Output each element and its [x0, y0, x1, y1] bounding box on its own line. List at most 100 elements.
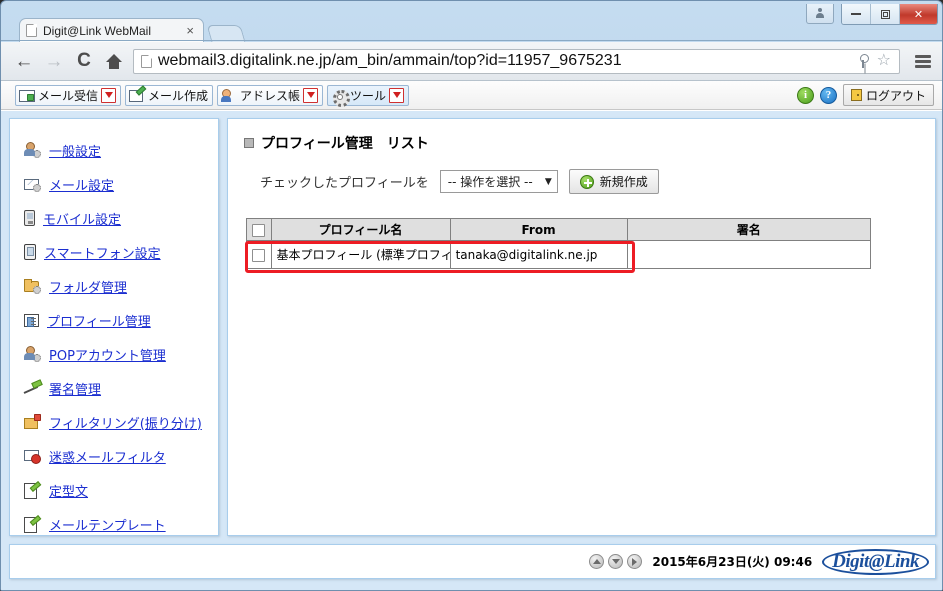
- close-window-button[interactable]: ✕: [900, 4, 937, 24]
- spam-filter-icon: [24, 448, 41, 464]
- folder-management-icon: [24, 278, 41, 294]
- compose-mail-icon: [129, 88, 145, 103]
- tools-gear-icon: [331, 88, 351, 107]
- window-controls: ✕: [806, 4, 938, 25]
- table-header-row: プロフィール名 From 署名: [246, 218, 872, 241]
- scroll-down-icon[interactable]: [608, 554, 624, 569]
- mail-template-icon: [24, 516, 41, 533]
- sidebar-item-label: フォルダ管理: [49, 280, 128, 296]
- sidebar-item-label: フィルタリング(振り分け): [49, 416, 202, 432]
- address-bar[interactable]: webmail3.digitalink.ne.jp/am_bin/ammain/…: [133, 48, 900, 74]
- minimize-button[interactable]: [842, 4, 871, 24]
- browser-navigation-bar: ← → C webmail3.digitalink.ne.jp/am_bin/a…: [1, 42, 942, 81]
- table-header-select-all: [246, 218, 272, 241]
- receive-mail-dropdown-caret-icon[interactable]: [101, 87, 117, 103]
- row-select-cell: [246, 240, 272, 269]
- hamburger-menu-icon: [914, 54, 931, 68]
- browser-tab-title: Digit@Link WebMail: [43, 23, 151, 38]
- toolbar-button-tools[interactable]: ツール: [327, 84, 410, 107]
- home-icon: [106, 53, 122, 69]
- back-button[interactable]: ←: [9, 47, 39, 75]
- sidebar-item-label: スマートフォン設定: [44, 246, 161, 262]
- row-checkbox[interactable]: [252, 248, 266, 262]
- logout-door-icon: [850, 89, 862, 101]
- sidebar-item-signature-management[interactable]: 署名管理: [10, 371, 218, 405]
- row-profile-name[interactable]: 基本プロフィール (標準プロフィ: [270, 240, 451, 269]
- profile-management-icon: [24, 313, 39, 327]
- page-viewport: メール受信 メール作成 アドレス帳 ツール i ? ログアウト 一般設定 メール…: [1, 81, 942, 590]
- select-all-checkbox[interactable]: [252, 223, 266, 237]
- page-footer: 2015年6月23日(火) 09:46 Digit@Link: [9, 544, 936, 579]
- toolbar-label: アドレス帳: [240, 88, 301, 103]
- maximize-button[interactable]: [871, 4, 900, 24]
- info-icon[interactable]: i: [796, 86, 814, 104]
- back-arrow-icon: ←: [14, 50, 34, 72]
- main-content-panel: プロフィール管理 リスト チェックしたプロフィールを -- 操作を選択 -- ▼…: [227, 118, 936, 536]
- forward-arrow-icon: →: [44, 50, 64, 72]
- table-row: 基本プロフィール (標準プロフィ tanaka@digitalink.ne.jp: [246, 240, 872, 269]
- browser-window: Digit@Link WebMail × ✕ ← → C webmail3.di…: [0, 0, 943, 591]
- row-from: tanaka@digitalink.ne.jp: [449, 240, 628, 269]
- browser-tab[interactable]: Digit@Link WebMail ×: [19, 18, 204, 42]
- tools-dropdown-caret-icon[interactable]: [389, 87, 405, 103]
- star-icon[interactable]: ☆: [877, 53, 891, 69]
- sidebar-item-label: メール設定: [49, 178, 115, 194]
- sidebar-item-profile-management[interactable]: プロフィール管理: [10, 303, 218, 337]
- sidebar-item-smartphone-settings[interactable]: スマートフォン設定: [10, 235, 218, 269]
- bulk-action-select[interactable]: -- 操作を選択 -- ▼: [439, 170, 558, 193]
- sidebar-item-label: メールテンプレート: [49, 518, 166, 534]
- sidebar-item-pop-account[interactable]: POPアカウント管理: [10, 337, 218, 371]
- sidebar-item-label: 一般設定: [49, 144, 102, 160]
- general-settings-icon: [24, 142, 41, 158]
- sidebar-item-mail-settings[interactable]: メール設定: [10, 167, 218, 201]
- create-new-profile-button[interactable]: 新規作成: [568, 169, 659, 194]
- sidebar-item-filtering[interactable]: フィルタリング(振り分け): [10, 405, 218, 439]
- bulk-action-label: チェックしたプロフィールを: [260, 176, 429, 191]
- sidebar-item-general-settings[interactable]: 一般設定: [10, 133, 218, 167]
- home-button[interactable]: [99, 47, 129, 75]
- toolbar-label: メール作成: [148, 88, 209, 103]
- pop-account-icon: [24, 346, 41, 362]
- row-signature: [626, 240, 872, 269]
- profile-table-wrapper: プロフィール名 From 署名 基本プロフィール (標準プロフィ tanaka@…: [244, 218, 919, 273]
- sidebar-item-label: 署名管理: [49, 382, 102, 398]
- sidebar-item-folder-management[interactable]: フォルダ管理: [10, 269, 218, 303]
- user-profile-button[interactable]: [806, 4, 834, 24]
- forward-button[interactable]: →: [39, 47, 69, 75]
- reload-icon: C: [77, 50, 91, 71]
- page-title-text: プロフィール管理 リスト: [261, 136, 429, 152]
- footer-timestamp: 2015年6月23日(火) 09:46: [652, 555, 813, 569]
- sidebar-item-label: 定型文: [49, 484, 89, 500]
- address-book-dropdown-caret-icon[interactable]: [303, 87, 319, 103]
- sidebar-item-template-text[interactable]: 定型文: [10, 473, 218, 507]
- browser-tab-strip: Digit@Link WebMail × ✕: [1, 1, 942, 42]
- user-icon: [816, 8, 824, 19]
- page-title: プロフィール管理 リスト: [244, 133, 919, 153]
- sidebar-item-mobile-settings[interactable]: モバイル設定: [10, 201, 218, 235]
- logout-label: ログアウト: [865, 88, 926, 103]
- browser-menu-button[interactable]: [906, 47, 936, 75]
- sidebar-item-label: 迷惑メールフィルタ: [49, 450, 166, 466]
- toolbar-label: メール受信: [38, 88, 99, 103]
- brand-logo: Digit@Link: [822, 548, 929, 575]
- logout-button[interactable]: ログアウト: [842, 84, 934, 106]
- tabstrip-divider: [1, 40, 942, 41]
- signature-pen-icon: [24, 380, 41, 396]
- key-icon[interactable]: [857, 54, 870, 68]
- table-header-profile-name: プロフィール名: [270, 218, 451, 241]
- url-path: /am_bin/ammain/top?id=11957_9675231: [331, 52, 622, 69]
- help-icon[interactable]: ?: [819, 86, 837, 104]
- mail-settings-icon: [24, 176, 41, 192]
- scroll-right-icon[interactable]: [627, 554, 643, 569]
- reload-button[interactable]: C: [69, 47, 99, 75]
- toolbar-button-address-book[interactable]: アドレス帳: [217, 84, 324, 106]
- sidebar-item-mail-template[interactable]: メールテンプレート: [10, 507, 218, 541]
- toolbar-button-receive-mail[interactable]: メール受信: [15, 84, 122, 106]
- close-tab-icon[interactable]: ×: [183, 24, 197, 37]
- sidebar-item-spam-filter[interactable]: 迷惑メールフィルタ: [10, 439, 218, 473]
- bulk-action-row: チェックしたプロフィールを -- 操作を選択 -- ▼ 新規作成: [244, 169, 919, 194]
- chevron-down-icon: ▼: [544, 176, 552, 187]
- settings-sidebar: 一般設定 メール設定 モバイル設定 スマートフォン設定 フォルダ管理 プロフィー…: [9, 118, 219, 536]
- toolbar-button-compose-mail[interactable]: メール作成: [125, 84, 214, 106]
- scroll-up-icon[interactable]: [589, 554, 605, 569]
